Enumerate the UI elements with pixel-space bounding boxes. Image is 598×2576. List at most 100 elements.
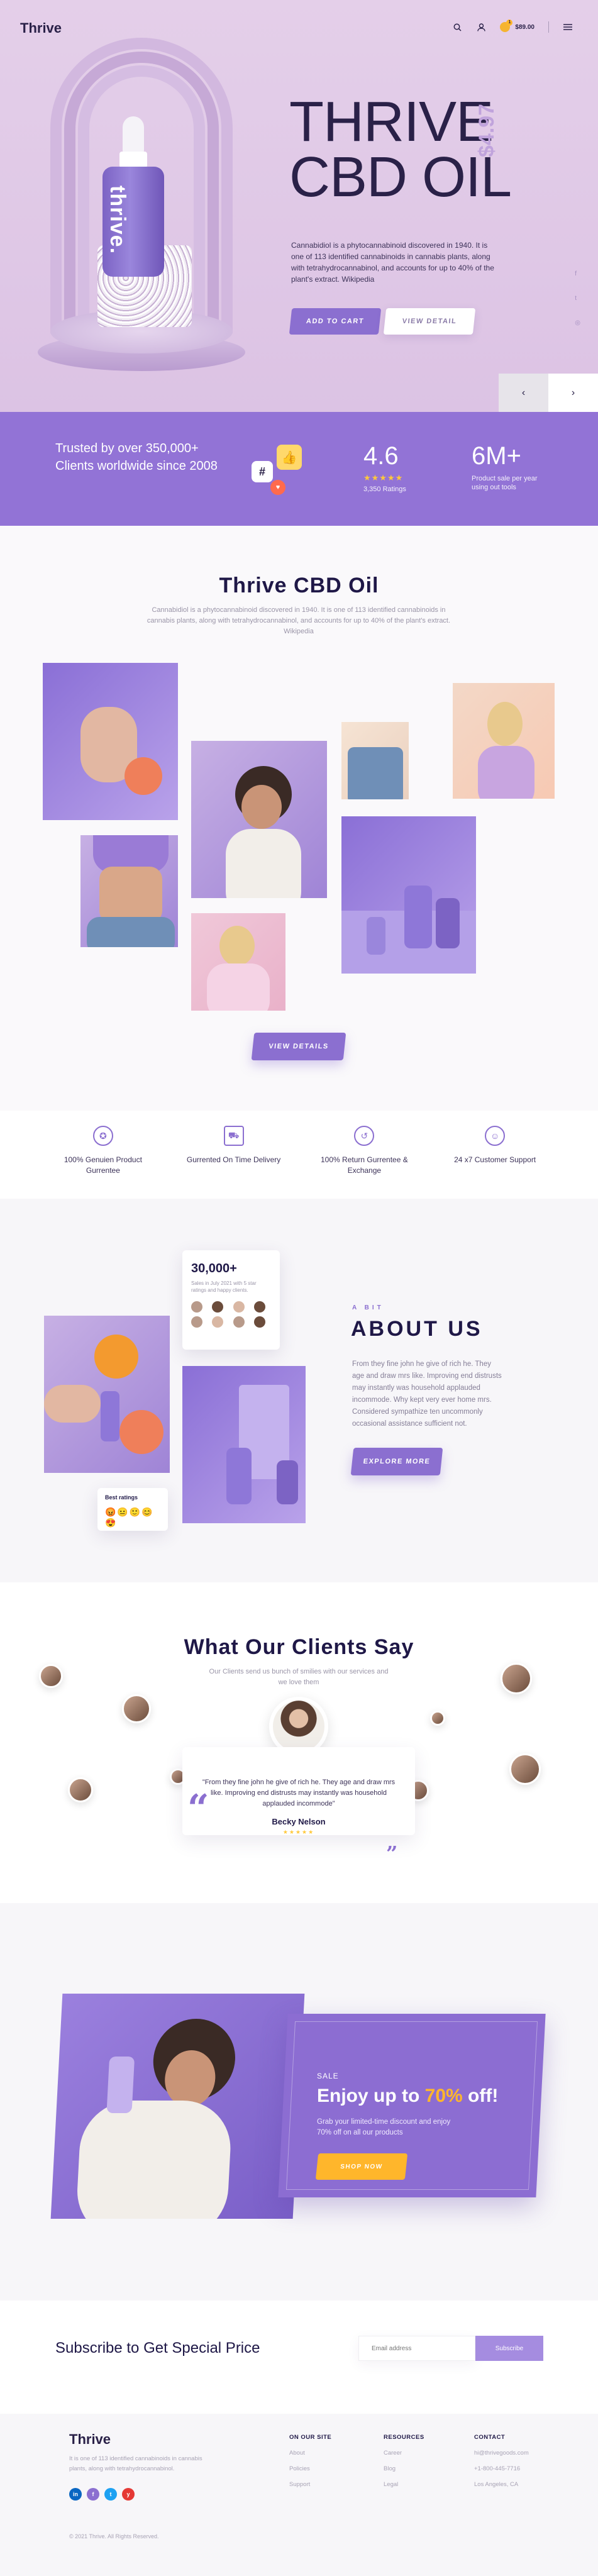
cart-button[interactable]: 1 $89.00 bbox=[500, 19, 534, 32]
linkedin-icon[interactable]: in bbox=[69, 2488, 82, 2501]
client-avatar[interactable] bbox=[430, 1711, 445, 1726]
testimonial-quote: "From they fine john he give of rich he.… bbox=[202, 1779, 396, 1807]
about-photo-box bbox=[182, 1366, 306, 1523]
instagram-icon[interactable]: ◎ bbox=[575, 319, 580, 326]
sales-stat-number: 30,000+ bbox=[191, 1262, 237, 1275]
sales-stat: 6M+ Product sale per year using out tool… bbox=[472, 442, 547, 492]
footer-link[interactable]: Legal bbox=[384, 2481, 424, 2488]
heart-icon: ♥ bbox=[270, 480, 285, 495]
stats-band: Trusted by over 350,000+ Clients worldwi… bbox=[0, 412, 598, 526]
avatar bbox=[212, 1301, 224, 1313]
top-nav: 1 $89.00 bbox=[452, 19, 573, 33]
footer-link[interactable]: Blog bbox=[384, 2465, 424, 2472]
sale-kicker: SALE bbox=[317, 2072, 339, 2080]
client-avatar[interactable] bbox=[39, 1664, 63, 1688]
explore-more-button[interactable]: EXPLORE MORE bbox=[350, 1448, 443, 1475]
support-icon: ☺ bbox=[485, 1126, 506, 1146]
footer-brand[interactable]: Thrive bbox=[69, 2431, 111, 2448]
rating-emojis: 😡😐🙂😊😍 bbox=[105, 1507, 154, 1528]
features-row: ✪ 100% Genuien Product Gurrentee ⛟ Gurre… bbox=[0, 1111, 598, 1199]
footer-column-resources: RESOURCES Career Blog Legal bbox=[384, 2434, 424, 2488]
search-icon[interactable] bbox=[452, 22, 462, 32]
gallery-photo-woman bbox=[191, 741, 327, 898]
avatar bbox=[253, 1301, 265, 1313]
footer-column-heading: RESOURCES bbox=[384, 2434, 424, 2441]
cart-count: 1 bbox=[506, 19, 513, 26]
hero-title-line1: THRIVE bbox=[289, 91, 494, 153]
footer-link[interactable]: About bbox=[289, 2450, 331, 2457]
avatar bbox=[212, 1316, 224, 1328]
nav-divider bbox=[548, 21, 549, 33]
testimonial-name: Becky Nelson bbox=[272, 1817, 326, 1826]
slider-nav: ‹ › bbox=[499, 374, 598, 412]
cart-icon: 1 bbox=[500, 19, 513, 32]
sales-stat-text: Sales in July 2021 with 5 star ratings a… bbox=[191, 1280, 257, 1293]
client-avatar[interactable] bbox=[122, 1694, 151, 1723]
subscribe-button[interactable]: Subscribe bbox=[475, 2336, 543, 2361]
slider-prev-button[interactable]: ‹ bbox=[499, 374, 548, 412]
footer-column-heading: CONTACT bbox=[474, 2434, 506, 2441]
menu-icon[interactable] bbox=[563, 22, 573, 32]
facebook-icon[interactable]: f bbox=[87, 2488, 99, 2501]
facebook-icon[interactable]: f bbox=[575, 270, 580, 277]
view-detail-button[interactable]: VIEW DETAIL bbox=[383, 308, 476, 335]
sale-title-accent: 70% bbox=[424, 2085, 463, 2106]
gallery-title: Thrive CBD Oil bbox=[219, 574, 379, 597]
twitter-icon[interactable]: t bbox=[575, 295, 580, 302]
footer-description: It is one of 113 identified cannabinoids… bbox=[69, 2455, 202, 2472]
avatar bbox=[191, 1301, 202, 1313]
sale-section: SALE Enjoy up to 70% off! Grab your limi… bbox=[0, 1903, 598, 2301]
feature-label: 100% Return Gurrentee & Exchange bbox=[321, 1155, 408, 1175]
client-avatar[interactable] bbox=[501, 1663, 532, 1694]
feature-item: ⛟ Gurrented On Time Delivery bbox=[184, 1111, 284, 1199]
user-icon[interactable] bbox=[476, 22, 486, 32]
quote-close-icon: ” bbox=[386, 1841, 398, 1865]
gallery-subtitle: Cannabidiol is a phytocannabinoid discov… bbox=[147, 606, 451, 635]
shop-now-button[interactable]: SHOP NOW bbox=[315, 2153, 408, 2180]
brand-logo[interactable]: Thrive bbox=[20, 20, 62, 36]
footer-link[interactable]: Los Angeles, CA bbox=[474, 2481, 529, 2488]
gallery-section: Thrive CBD Oil Cannabidiol is a phytocan… bbox=[0, 526, 598, 1111]
product-showcase: thrive. bbox=[38, 38, 245, 371]
feature-item: ☺ 24 x7 Customer Support bbox=[445, 1111, 545, 1199]
about-section: 30,000+ Sales in July 2021 with 5 star r… bbox=[0, 1199, 598, 1582]
view-details-button[interactable]: VIEW DETAILS bbox=[251, 1033, 346, 1060]
footer-link[interactable]: Support bbox=[289, 2481, 331, 2488]
side-social-links: f t ◎ bbox=[575, 270, 580, 326]
footer-link[interactable]: Policies bbox=[289, 2465, 331, 2472]
cart-amount: $89.00 bbox=[515, 23, 534, 31]
gallery-photo-belly bbox=[80, 835, 178, 947]
client-avatar[interactable] bbox=[509, 1753, 541, 1785]
email-input[interactable] bbox=[358, 2336, 475, 2361]
sales-stat-card: 30,000+ Sales in July 2021 with 5 star r… bbox=[182, 1250, 280, 1350]
slider-next-button[interactable]: › bbox=[548, 374, 598, 412]
hero-price: $4.97 bbox=[475, 103, 499, 157]
hashtag-icon: # bbox=[252, 461, 273, 482]
client-avatar[interactable] bbox=[68, 1777, 93, 1802]
subscribe-section: Subscribe to Get Special Price Subscribe bbox=[0, 2301, 598, 2414]
sale-title: Enjoy up to 70% off! bbox=[317, 2085, 498, 2107]
gallery-photo-blonde bbox=[453, 683, 555, 799]
page: Thrive 1 $89.00 thrive. THRIVE CBD OIL $… bbox=[0, 0, 598, 2576]
feature-label: Gurrented On Time Delivery bbox=[186, 1155, 281, 1164]
product-bottle-image: thrive. bbox=[102, 116, 164, 277]
footer-link[interactable]: Career bbox=[384, 2450, 424, 2457]
gallery-photo-pink bbox=[191, 913, 285, 1011]
rating-label: 3,350 Ratings bbox=[363, 486, 406, 493]
footer-column-contact: CONTACT hi@thrivegoods.com +1-800-445-77… bbox=[474, 2434, 529, 2488]
sale-description: Grab your limited-time discount and enjo… bbox=[317, 2118, 451, 2136]
customer-avatars bbox=[191, 1301, 271, 1328]
hero-description: Cannabidiol is a phytocannabinoid discov… bbox=[291, 241, 494, 284]
rating-stars: ★★★★★ bbox=[363, 473, 404, 482]
award-icon: ✪ bbox=[92, 1126, 113, 1146]
best-ratings-card: Best ratings 😡😐🙂😊😍 bbox=[97, 1488, 168, 1531]
footer-link[interactable]: +1-800-445-7716 bbox=[474, 2465, 529, 2472]
about-kicker: A BIT bbox=[352, 1304, 384, 1311]
social-badges: 👍 # ♥ bbox=[245, 445, 314, 495]
twitter-icon[interactable]: t bbox=[104, 2488, 117, 2501]
add-to-cart-button[interactable]: ADD TO CART bbox=[289, 308, 382, 335]
gallery-photo-bottles bbox=[341, 816, 476, 974]
sale-photo bbox=[50, 1994, 305, 2219]
footer-link[interactable]: hi@thrivegoods.com bbox=[474, 2450, 529, 2457]
youtube-icon[interactable]: y bbox=[122, 2488, 135, 2501]
